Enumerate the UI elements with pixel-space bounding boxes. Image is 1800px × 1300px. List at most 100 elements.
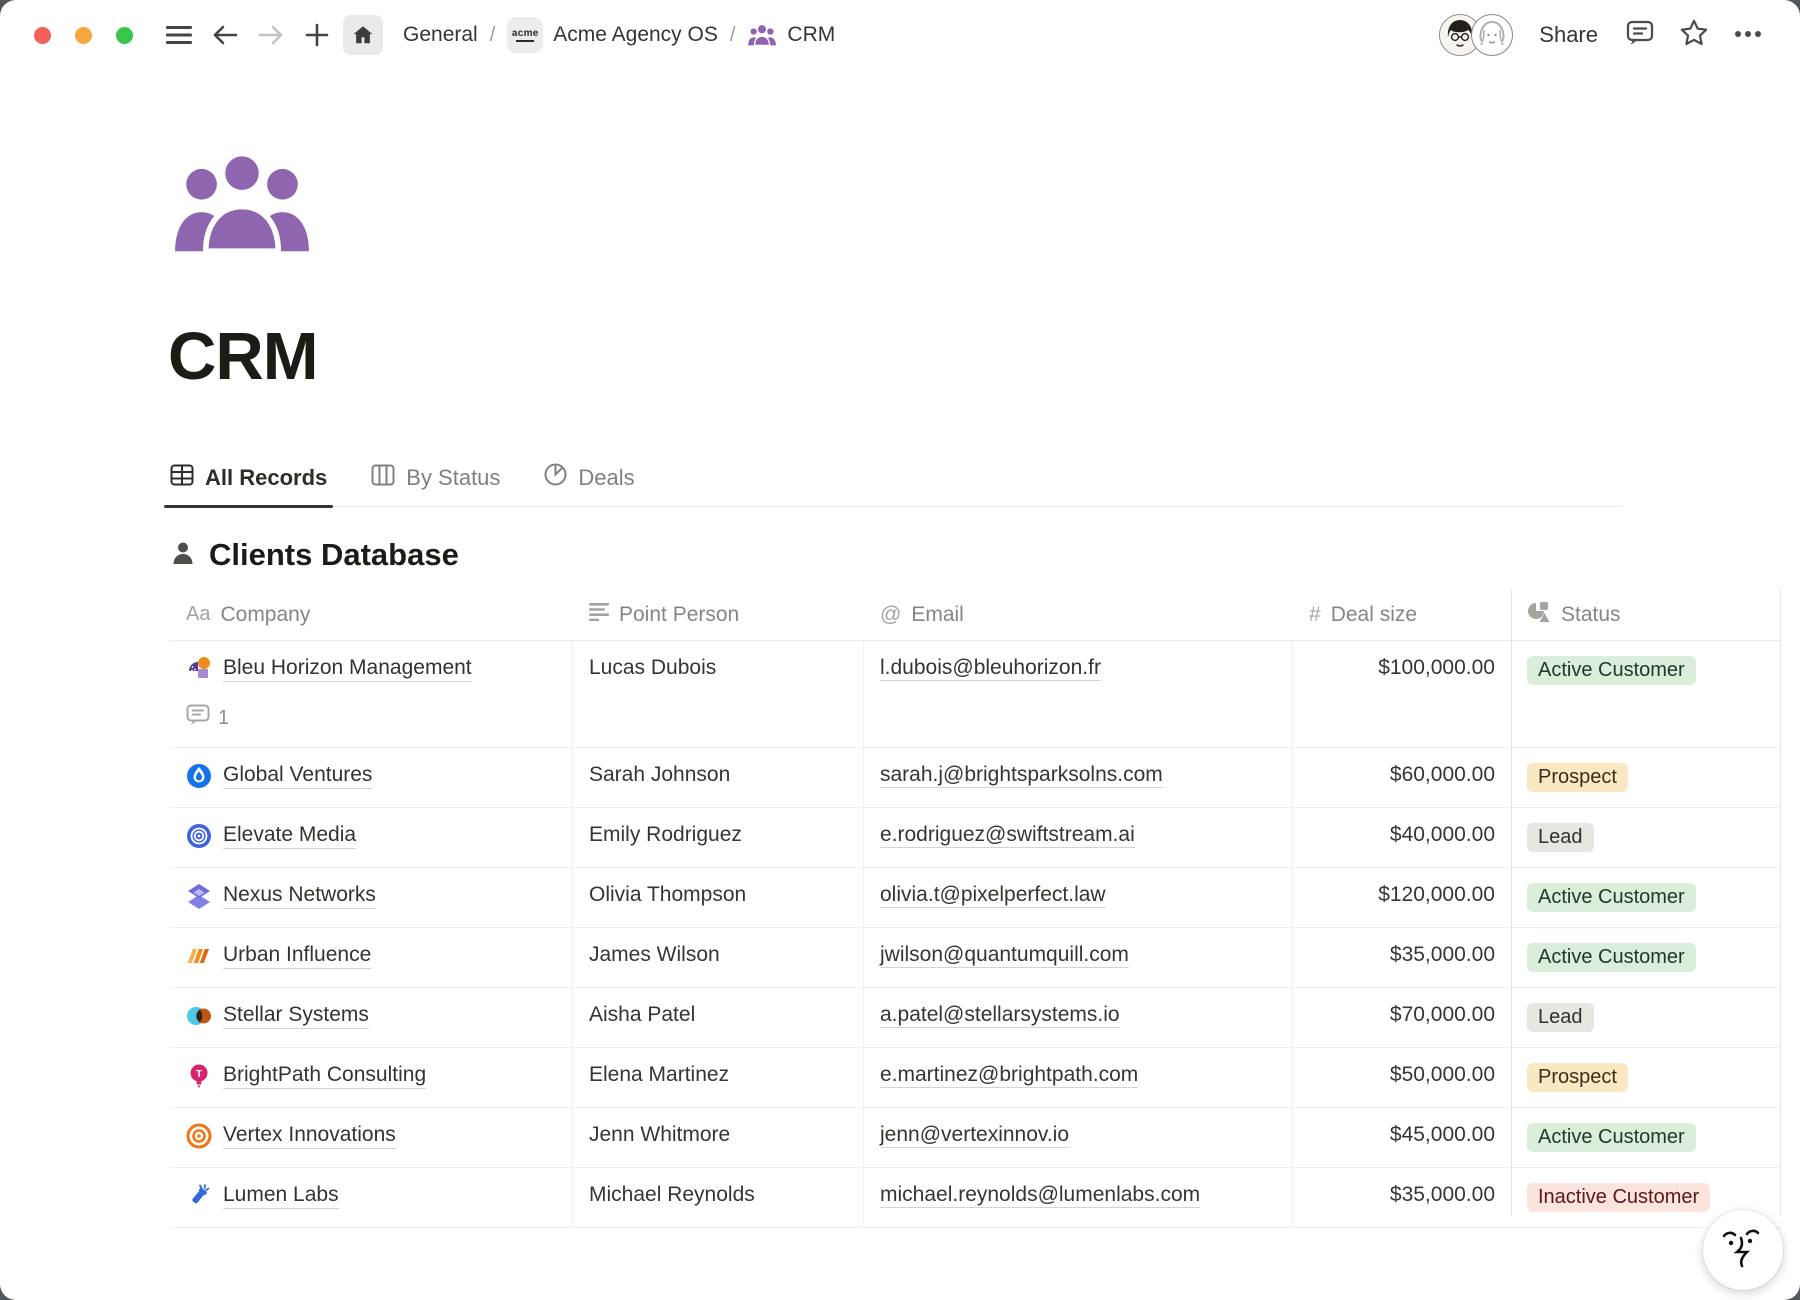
table-row[interactable]: Urban Influence James Wilson jwilson@qua… — [170, 928, 1781, 988]
email-link[interactable]: michael.reynolds@lumenlabs.com — [880, 1183, 1200, 1208]
breadcrumb-root[interactable]: General — [395, 19, 486, 51]
column-header-point-person[interactable]: Point Person — [573, 589, 864, 640]
company-cell[interactable]: Urban Influence — [170, 928, 573, 987]
share-button[interactable]: Share — [1529, 16, 1608, 54]
favorite-button[interactable] — [1672, 13, 1716, 57]
column-header-status[interactable]: Status — [1511, 589, 1781, 640]
point-person-cell[interactable]: Sarah Johnson — [573, 748, 864, 807]
back-button[interactable] — [205, 15, 245, 55]
deal-size-cell[interactable]: $35,000.00 — [1293, 928, 1511, 987]
collaborator-avatars[interactable] — [1439, 14, 1513, 56]
column-header-deal-size[interactable]: # Deal size — [1293, 589, 1511, 640]
email-link[interactable]: jwilson@quantumquill.com — [880, 943, 1129, 968]
company-link[interactable]: Bleu Horizon Management — [223, 656, 472, 682]
minimize-window-button[interactable] — [75, 27, 92, 44]
column-header-email[interactable]: @ Email — [864, 589, 1293, 640]
sidebar-toggle-button[interactable] — [159, 15, 199, 55]
status-cell[interactable]: Prospect — [1511, 1048, 1781, 1107]
comment-count[interactable]: 1 — [186, 704, 556, 732]
email-link[interactable]: e.martinez@brightpath.com — [880, 1063, 1138, 1088]
deal-size-cell[interactable]: $50,000.00 — [1293, 1048, 1511, 1107]
point-person-cell[interactable]: Michael Reynolds — [573, 1168, 864, 1227]
email-cell[interactable]: e.martinez@brightpath.com — [864, 1048, 1293, 1107]
deal-size-cell[interactable]: $45,000.00 — [1293, 1108, 1511, 1167]
email-link[interactable]: a.patel@stellarsystems.io — [880, 1003, 1120, 1028]
email-cell[interactable]: l.dubois@bleuhorizon.fr — [864, 641, 1293, 747]
company-cell[interactable]: Elevate Media — [170, 808, 573, 867]
email-link[interactable]: sarah.j@brightsparksolns.com — [880, 763, 1163, 788]
company-link[interactable]: Urban Influence — [223, 943, 371, 969]
email-cell[interactable]: jwilson@quantumquill.com — [864, 928, 1293, 987]
column-header-company[interactable]: Aa Company — [170, 589, 573, 640]
breadcrumb-page[interactable]: CRM — [739, 19, 843, 51]
home-button[interactable] — [343, 15, 383, 55]
table-row[interactable]: Global Ventures Sarah Johnson sarah.j@br… — [170, 748, 1781, 808]
point-person-cell[interactable]: Jenn Whitmore — [573, 1108, 864, 1167]
status-cell[interactable]: Active Customer — [1511, 641, 1781, 747]
tab-by-status[interactable]: By Status — [371, 464, 500, 506]
email-link[interactable]: l.dubois@bleuhorizon.fr — [880, 656, 1101, 681]
forward-button[interactable] — [251, 15, 291, 55]
more-options-button[interactable] — [1726, 13, 1770, 57]
point-person-cell[interactable]: Aisha Patel — [573, 988, 864, 1047]
table-row[interactable]: T BrightPath Consulting Elena Martinez e… — [170, 1048, 1781, 1108]
deal-size-cell[interactable]: $35,000.00 — [1293, 1168, 1511, 1227]
deal-size-cell[interactable]: $60,000.00 — [1293, 748, 1511, 807]
email-link[interactable]: olivia.t@pixelperfect.law — [880, 883, 1106, 908]
deal-size-cell[interactable]: $70,000.00 — [1293, 988, 1511, 1047]
company-cell[interactable]: T BrightPath Consulting — [170, 1048, 573, 1107]
deal-size-cell[interactable]: $40,000.00 — [1293, 808, 1511, 867]
page-title[interactable]: CRM — [168, 318, 1800, 395]
status-cell[interactable]: Lead — [1511, 808, 1781, 867]
email-link[interactable]: e.rodriguez@swiftstream.ai — [880, 823, 1135, 848]
email-cell[interactable]: jenn@vertexinnov.io — [864, 1108, 1293, 1167]
email-link[interactable]: jenn@vertexinnov.io — [880, 1123, 1069, 1148]
table-row[interactable]: Stellar Systems Aisha Patel a.patel@stel… — [170, 988, 1781, 1048]
email-cell[interactable]: sarah.j@brightsparksolns.com — [864, 748, 1293, 807]
email-cell[interactable]: michael.reynolds@lumenlabs.com — [864, 1168, 1293, 1227]
company-link[interactable]: Vertex Innovations — [223, 1123, 396, 1149]
company-link[interactable]: Stellar Systems — [223, 1003, 369, 1029]
deal-size-cell[interactable]: $120,000.00 — [1293, 868, 1511, 927]
comments-button[interactable] — [1618, 13, 1662, 57]
status-cell[interactable]: Lead — [1511, 988, 1781, 1047]
page-icon-people-group[interactable] — [172, 148, 312, 254]
status-cell[interactable]: Active Customer — [1511, 1108, 1781, 1167]
table-row[interactable]: Vertex Innovations Jenn Whitmore jenn@ve… — [170, 1108, 1781, 1168]
company-cell[interactable]: Stellar Systems — [170, 988, 573, 1047]
breadcrumb-workspace[interactable]: acme Acme Agency OS — [499, 13, 726, 57]
tab-all-records[interactable]: All Records — [170, 464, 327, 506]
tab-deals[interactable]: Deals — [544, 463, 634, 506]
zoom-window-button[interactable] — [116, 27, 133, 44]
company-cell[interactable]: Lumen Labs — [170, 1168, 573, 1227]
point-person-cell[interactable]: Emily Rodriguez — [573, 808, 864, 867]
table-row[interactable]: Elevate Media Emily Rodriguez e.rodrigue… — [170, 808, 1781, 868]
company-link[interactable]: Global Ventures — [223, 763, 372, 789]
table-row[interactable]: Nexus Networks Olivia Thompson olivia.t@… — [170, 868, 1781, 928]
point-person-cell[interactable]: Lucas Dubois — [573, 641, 864, 747]
status-cell[interactable]: Active Customer — [1511, 868, 1781, 927]
deal-size-cell[interactable]: $100,000.00 — [1293, 641, 1511, 747]
company-link[interactable]: Elevate Media — [223, 823, 356, 849]
status-cell[interactable]: Active Customer — [1511, 928, 1781, 987]
company-link[interactable]: Lumen Labs — [223, 1183, 339, 1209]
table-row[interactable]: Bleu Horizon Management 1 Lucas Dubois l… — [170, 641, 1781, 748]
point-person-cell[interactable]: Elena Martinez — [573, 1048, 864, 1107]
company-cell[interactable]: Global Ventures — [170, 748, 573, 807]
company-cell[interactable]: Vertex Innovations — [170, 1108, 573, 1167]
close-window-button[interactable] — [34, 27, 51, 44]
company-cell[interactable]: Nexus Networks — [170, 868, 573, 927]
company-cell[interactable]: Bleu Horizon Management 1 — [170, 641, 573, 747]
notion-ai-button[interactable] — [1703, 1210, 1783, 1290]
database-title[interactable]: Clients Database — [209, 537, 459, 573]
company-link[interactable]: BrightPath Consulting — [223, 1063, 426, 1089]
point-person-cell[interactable]: Olivia Thompson — [573, 868, 864, 927]
email-cell[interactable]: a.patel@stellarsystems.io — [864, 988, 1293, 1047]
table-row[interactable]: Lumen Labs Michael Reynolds michael.reyn… — [170, 1168, 1781, 1228]
company-link[interactable]: Nexus Networks — [223, 883, 376, 909]
email-cell[interactable]: e.rodriguez@swiftstream.ai — [864, 808, 1293, 867]
status-cell[interactable]: Prospect — [1511, 748, 1781, 807]
new-page-button[interactable] — [297, 15, 337, 55]
point-person-cell[interactable]: James Wilson — [573, 928, 864, 987]
email-cell[interactable]: olivia.t@pixelperfect.law — [864, 868, 1293, 927]
